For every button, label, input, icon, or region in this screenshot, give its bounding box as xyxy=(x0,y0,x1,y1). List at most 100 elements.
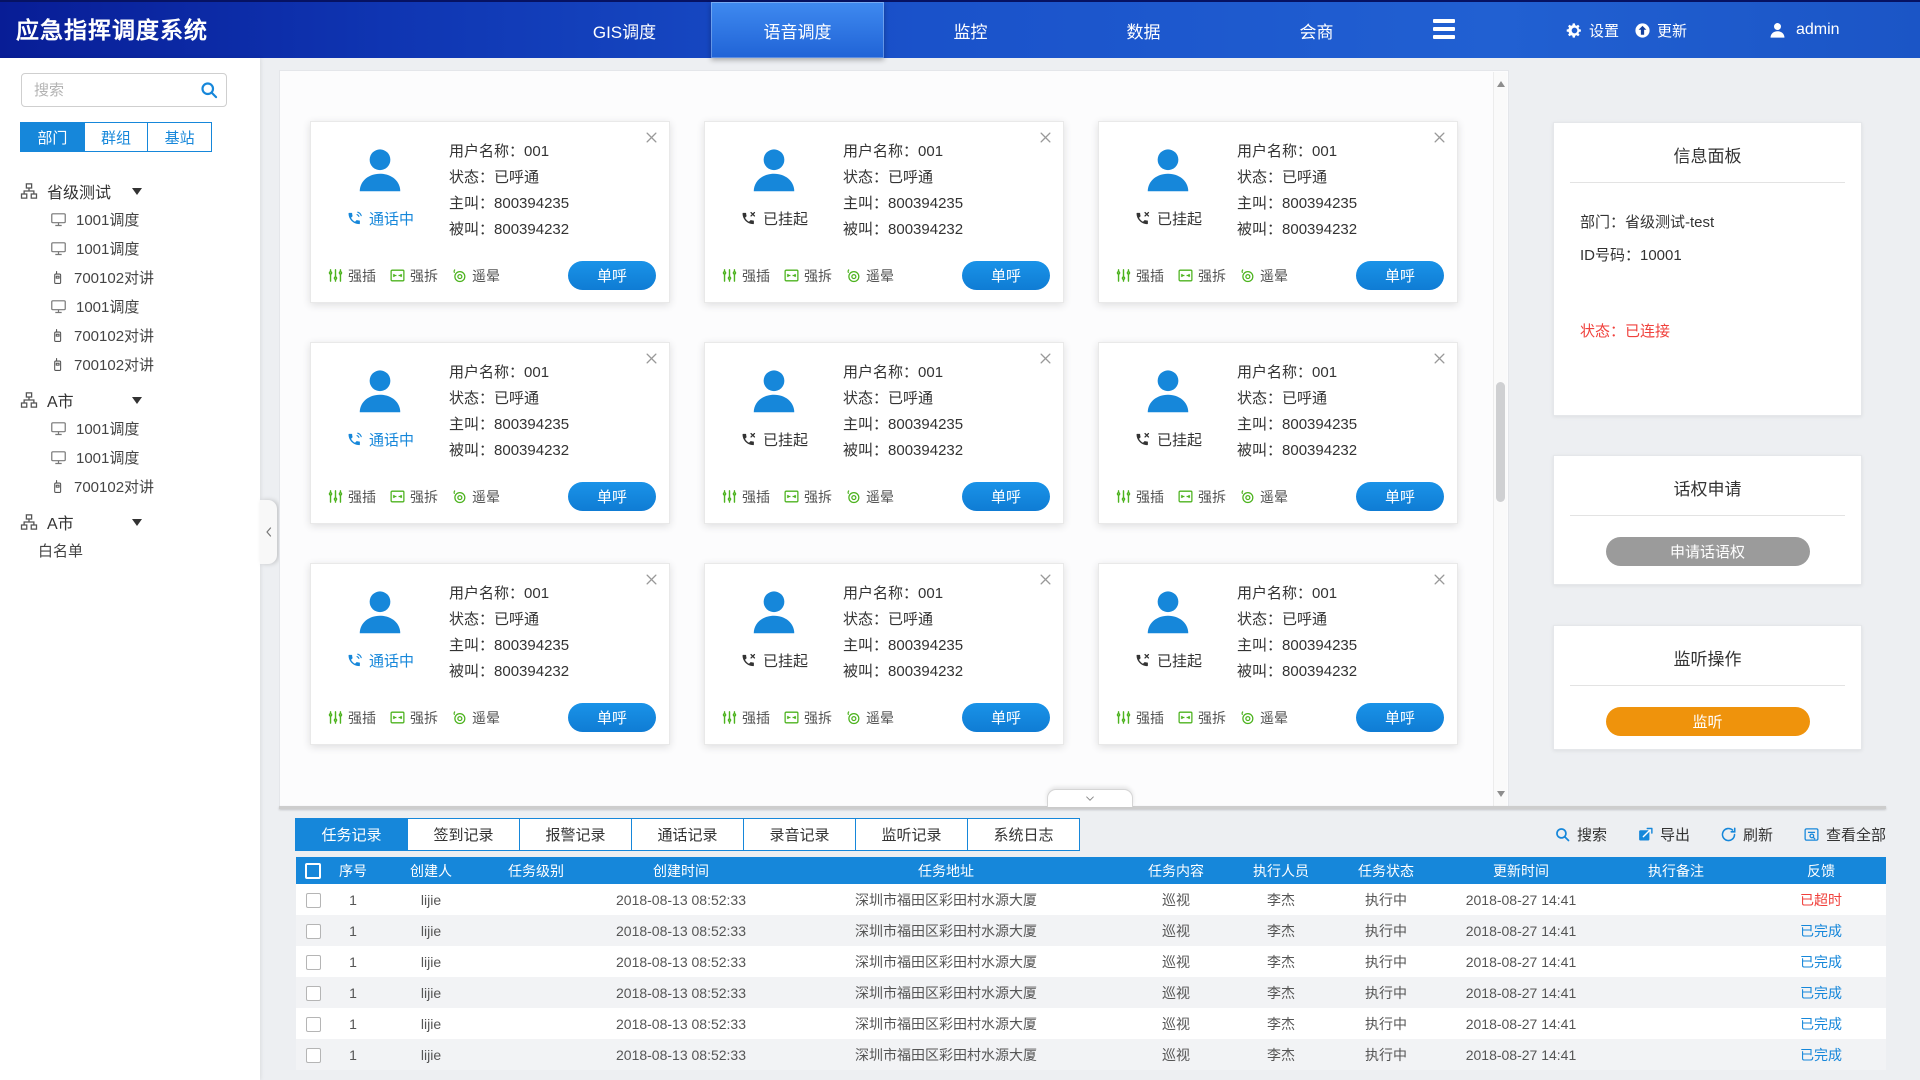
cell-feedback[interactable]: 已完成 xyxy=(1756,915,1886,946)
monitor-button[interactable]: 监听 xyxy=(1606,707,1810,736)
row-checkbox[interactable] xyxy=(306,893,321,908)
force-break-button[interactable]: 强拆 xyxy=(783,266,832,286)
tree-item[interactable]: 1001调度 xyxy=(0,205,260,234)
row-checkbox[interactable] xyxy=(306,924,321,939)
cell-feedback[interactable]: 已完成 xyxy=(1756,1039,1886,1070)
record-tab[interactable]: 系统日志 xyxy=(967,818,1080,851)
user-menu[interactable]: admin xyxy=(1768,2,1840,58)
record-tab[interactable]: 报警记录 xyxy=(519,818,632,851)
single-call-button[interactable]: 单呼 xyxy=(568,261,656,290)
close-icon[interactable] xyxy=(644,572,659,587)
search-records-button[interactable]: 搜索 xyxy=(1554,824,1607,845)
remote-stun-button[interactable]: 遥晕 xyxy=(1239,266,1288,286)
record-tab[interactable]: 任务记录 xyxy=(295,818,408,851)
cell-feedback[interactable]: 已完成 xyxy=(1756,946,1886,977)
force-insert-button[interactable]: 强插 xyxy=(1115,708,1164,728)
close-icon[interactable] xyxy=(1432,351,1447,366)
force-break-button[interactable]: 强拆 xyxy=(1177,487,1226,507)
scrollbar-thumb[interactable] xyxy=(1496,382,1505,502)
remote-stun-button[interactable]: 遥晕 xyxy=(451,266,500,286)
single-call-button[interactable]: 单呼 xyxy=(962,703,1050,732)
close-icon[interactable] xyxy=(1038,130,1053,145)
request-floor-button[interactable]: 申请话语权 xyxy=(1606,537,1810,566)
bottom-collapse-handle[interactable] xyxy=(1047,789,1133,807)
scroll-down-arrow[interactable] xyxy=(1497,791,1505,801)
close-icon[interactable] xyxy=(1038,572,1053,587)
tree-item[interactable]: 700102对讲 xyxy=(0,350,260,379)
force-break-button[interactable]: 强拆 xyxy=(783,708,832,728)
force-insert-button[interactable]: 强插 xyxy=(1115,487,1164,507)
settings-button[interactable]: 设置 xyxy=(1566,2,1619,58)
force-insert-button[interactable]: 强插 xyxy=(327,708,376,728)
remote-stun-button[interactable]: 遥晕 xyxy=(845,266,894,286)
nav-tab[interactable]: 语音调度 xyxy=(711,2,884,58)
caret-down-icon[interactable] xyxy=(132,188,142,200)
tree-item[interactable]: A市 xyxy=(0,507,260,536)
single-call-button[interactable]: 单呼 xyxy=(962,261,1050,290)
force-break-button[interactable]: 强拆 xyxy=(389,266,438,286)
cell-feedback[interactable]: 已完成 xyxy=(1756,1008,1886,1039)
close-icon[interactable] xyxy=(644,130,659,145)
force-insert-button[interactable]: 强插 xyxy=(721,708,770,728)
close-icon[interactable] xyxy=(1432,130,1447,145)
cell-feedback[interactable]: 已超时 xyxy=(1756,884,1886,915)
refresh-button[interactable]: 刷新 xyxy=(1720,824,1773,845)
remote-stun-button[interactable]: 遥晕 xyxy=(1239,708,1288,728)
single-call-button[interactable]: 单呼 xyxy=(962,482,1050,511)
single-call-button[interactable]: 单呼 xyxy=(1356,703,1444,732)
record-tab[interactable]: 监听记录 xyxy=(855,818,968,851)
tree-item[interactable]: 1001调度 xyxy=(0,414,260,443)
nav-tab[interactable]: 监控 xyxy=(884,2,1057,58)
remote-stun-button[interactable]: 遥晕 xyxy=(451,708,500,728)
menu-icon[interactable] xyxy=(1433,19,1455,39)
record-tab[interactable]: 通话记录 xyxy=(631,818,744,851)
cards-scrollbar[interactable] xyxy=(1493,72,1507,806)
row-checkbox[interactable] xyxy=(306,1017,321,1032)
select-all-checkbox[interactable] xyxy=(305,863,321,879)
single-call-button[interactable]: 单呼 xyxy=(1356,482,1444,511)
force-break-button[interactable]: 强拆 xyxy=(783,487,832,507)
sidebar-tab[interactable]: 部门 xyxy=(20,122,85,152)
force-insert-button[interactable]: 强插 xyxy=(327,487,376,507)
single-call-button[interactable]: 单呼 xyxy=(568,482,656,511)
remote-stun-button[interactable]: 遥晕 xyxy=(845,708,894,728)
view-all-button[interactable]: 查看全部 xyxy=(1803,824,1886,845)
force-insert-button[interactable]: 强插 xyxy=(721,266,770,286)
sidebar-tab[interactable]: 群组 xyxy=(84,122,149,152)
sidebar-tab[interactable]: 基站 xyxy=(147,122,212,152)
record-tab[interactable]: 签到记录 xyxy=(407,818,520,851)
export-button[interactable]: 导出 xyxy=(1637,824,1690,845)
force-break-button[interactable]: 强拆 xyxy=(389,708,438,728)
record-tab[interactable]: 录音记录 xyxy=(743,818,856,851)
caret-down-icon[interactable] xyxy=(132,519,142,531)
tree-item[interactable]: 1001调度 xyxy=(0,292,260,321)
tree-item[interactable]: 700102对讲 xyxy=(0,263,260,292)
remote-stun-button[interactable]: 遥晕 xyxy=(845,487,894,507)
force-break-button[interactable]: 强拆 xyxy=(389,487,438,507)
cell-feedback[interactable]: 已完成 xyxy=(1756,977,1886,1008)
force-break-button[interactable]: 强拆 xyxy=(1177,266,1226,286)
nav-tab[interactable]: GIS调度 xyxy=(538,2,711,58)
close-icon[interactable] xyxy=(1432,572,1447,587)
tree-item[interactable]: 1001调度 xyxy=(0,443,260,472)
nav-tab[interactable]: 数据 xyxy=(1057,2,1230,58)
close-icon[interactable] xyxy=(644,351,659,366)
sidebar-collapse-handle[interactable] xyxy=(260,500,277,564)
update-button[interactable]: 更新 xyxy=(1634,2,1687,58)
tree-item[interactable]: 省级测试 xyxy=(0,176,260,205)
nav-tab[interactable]: 会商 xyxy=(1230,2,1403,58)
tree-item[interactable]: 白名单 xyxy=(0,536,260,565)
row-checkbox[interactable] xyxy=(306,1048,321,1063)
force-insert-button[interactable]: 强插 xyxy=(721,487,770,507)
close-icon[interactable] xyxy=(1038,351,1053,366)
row-checkbox[interactable] xyxy=(306,986,321,1001)
tree-item[interactable]: 1001调度 xyxy=(0,234,260,263)
force-break-button[interactable]: 强拆 xyxy=(1177,708,1226,728)
remote-stun-button[interactable]: 遥晕 xyxy=(1239,487,1288,507)
remote-stun-button[interactable]: 遥晕 xyxy=(451,487,500,507)
force-insert-button[interactable]: 强插 xyxy=(327,266,376,286)
single-call-button[interactable]: 单呼 xyxy=(568,703,656,732)
row-checkbox[interactable] xyxy=(306,955,321,970)
tree-item[interactable]: 700102对讲 xyxy=(0,472,260,501)
search-icon[interactable] xyxy=(199,80,219,100)
